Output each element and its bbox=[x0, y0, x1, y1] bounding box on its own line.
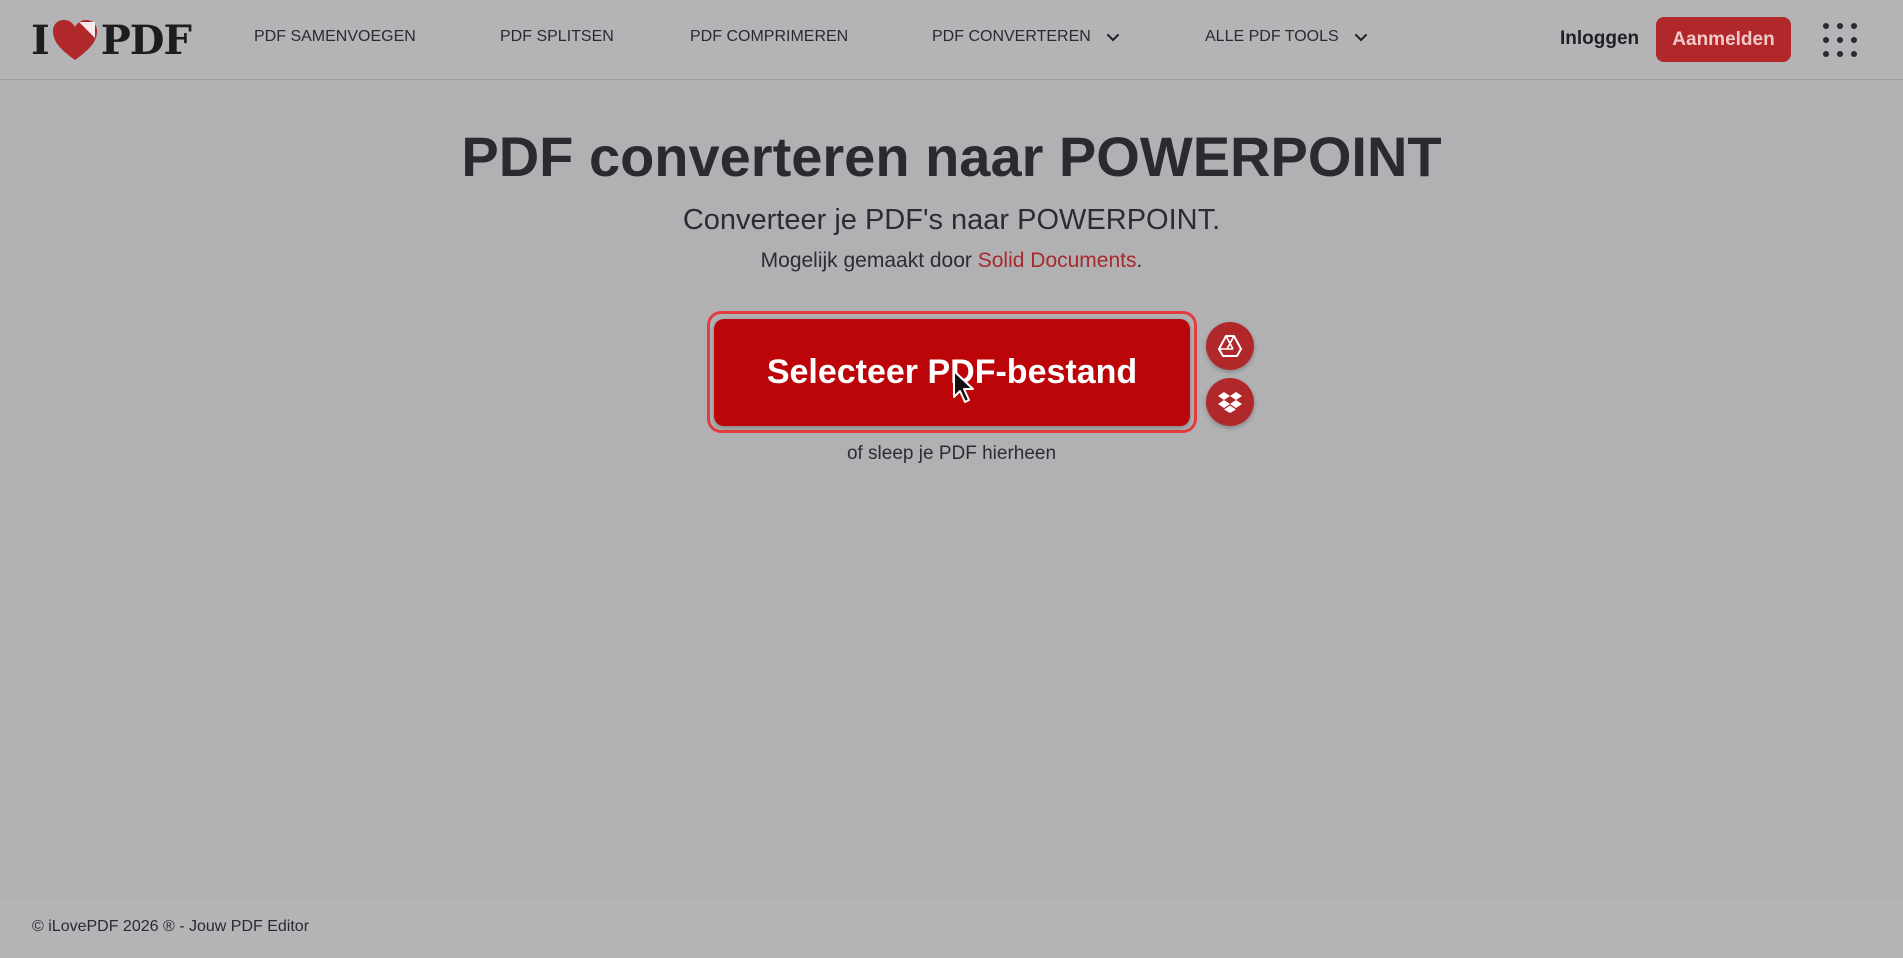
page-subtitle: Converteer je PDF's naar POWERPOINT. bbox=[682, 204, 1221, 236]
nav-pdf-samenvoegen[interactable]: PDF SAMENVOEGEN bbox=[254, 28, 416, 46]
nav-pdf-splitsen[interactable]: PDF SPLITSEN bbox=[500, 28, 614, 46]
login-link[interactable]: Inloggen bbox=[1560, 28, 1639, 50]
powered-by-text: Mogelijk gemaakt door Solid Documents. bbox=[0, 249, 1903, 273]
nav-pdf-comprimeren[interactable]: PDF COMPRIMEREN bbox=[690, 28, 848, 46]
apps-grid-icon[interactable] bbox=[1822, 22, 1858, 58]
powered-prefix: Mogelijk gemaakt door bbox=[760, 249, 978, 272]
nav-label: PDF COMPRIMEREN bbox=[690, 28, 849, 45]
signup-button[interactable]: Aanmelden bbox=[1656, 17, 1791, 62]
footer-copyright: © iLovePDF 2026 ® - Jouw PDF Editor bbox=[32, 918, 310, 935]
dropbox-icon bbox=[1218, 392, 1242, 413]
nav-label: ALLE PDF TOOLS bbox=[1205, 28, 1339, 45]
solid-documents-link[interactable]: Solid Documents bbox=[978, 249, 1137, 272]
heart-icon bbox=[52, 20, 97, 60]
ilovepdf-logo[interactable]: I PDF bbox=[31, 16, 192, 64]
logo-text-pdf: PDF bbox=[100, 16, 192, 64]
nav-label: PDF SPLITSEN bbox=[500, 28, 614, 45]
mouse-cursor-icon bbox=[953, 370, 974, 403]
chevron-down-icon bbox=[1354, 34, 1367, 42]
logo-text-i: I bbox=[31, 16, 50, 64]
nav-label: PDF SAMENVOEGEN bbox=[254, 28, 416, 45]
page-title: PDF converteren naar POWERPOINT bbox=[461, 125, 1442, 188]
nav-pdf-converteren[interactable]: PDF CONVERTEREN bbox=[932, 28, 1121, 46]
drop-hint-text: of sleep je PDF hierheen bbox=[846, 443, 1057, 464]
google-drive-icon bbox=[1218, 335, 1242, 357]
top-header: I PDF PDF SAMENVOEGEN PDF SPLITSEN PDF C… bbox=[0, 0, 1903, 80]
nav-label: PDF CONVERTEREN bbox=[932, 28, 1091, 45]
dropbox-button[interactable] bbox=[1206, 378, 1254, 426]
chevron-down-icon bbox=[1106, 34, 1119, 42]
google-drive-button[interactable] bbox=[1206, 322, 1254, 370]
powered-suffix: . bbox=[1136, 249, 1143, 272]
nav-alle-pdf-tools[interactable]: ALLE PDF TOOLS bbox=[1205, 28, 1369, 46]
